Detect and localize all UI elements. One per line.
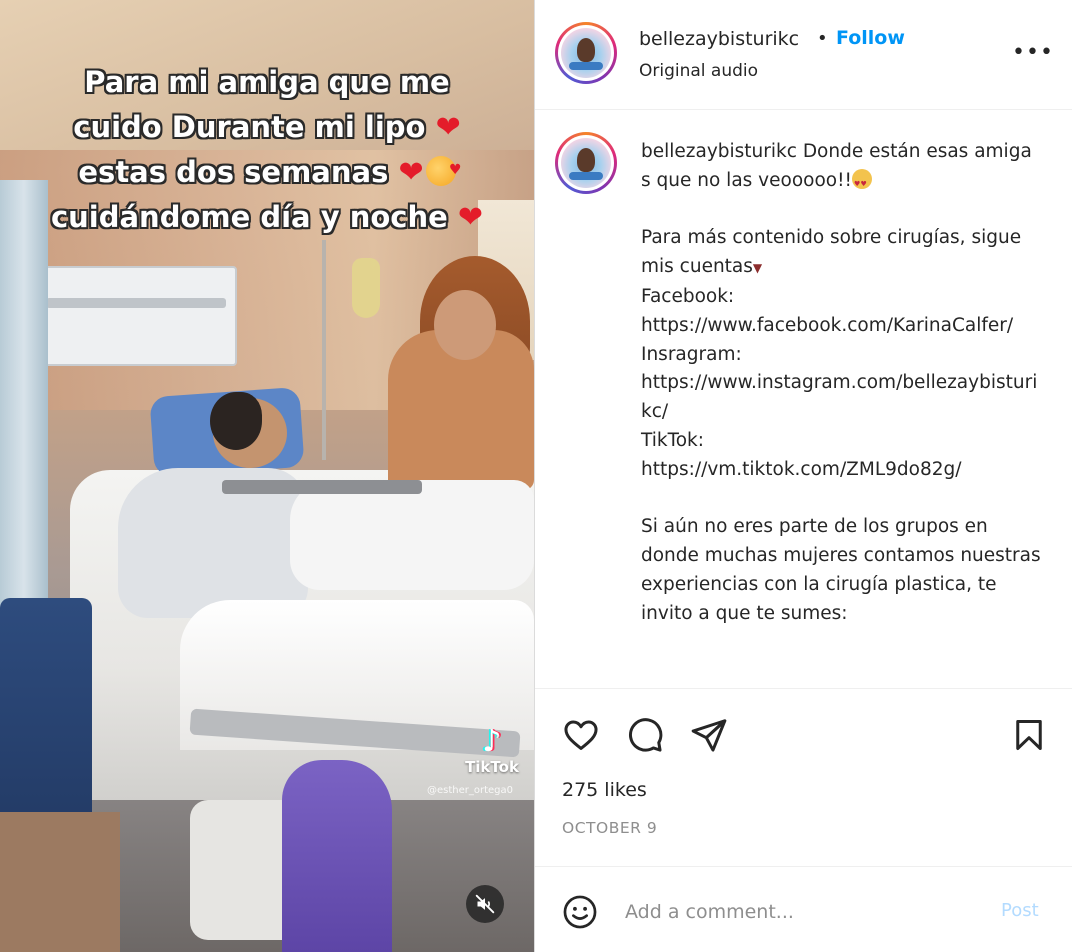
video-scene-tray [222,480,422,494]
post-side-panel: bellezaybisturikc • Follow Original audi… [534,0,1072,952]
video-scene-visitor-face [434,290,496,360]
caption-follow-line: Para más contenido sobre cirugías, sigue… [641,227,1027,278]
tiktok-link[interactable]: https://vm.tiktok.com/ZML9do82g/ [641,459,961,480]
tiktok-label: TikTok: [641,429,705,451]
red-heart-icon: ❤ [435,110,461,145]
header-separator: • [817,28,828,49]
down-triangle-icon: ▼ [752,261,763,276]
tiktok-watermark: ♪ TikTok [462,724,522,777]
video-scene-chair [0,598,92,828]
overlay-line-4: cuidándome día y noche ❤ [50,200,484,235]
video-scene-headboard [32,266,237,366]
comment-input[interactable] [625,897,985,927]
video-scene-iv-bag [352,258,380,318]
video-caption-overlay: Para mi amiga que me cuido Durante mi li… [0,60,534,240]
author-avatar-image [561,28,611,78]
caption-username[interactable]: bellezaybisturikc [641,141,797,162]
caption-author-avatar[interactable] [555,132,617,194]
author-username[interactable]: bellezaybisturikc [639,28,799,50]
smiling-face-with-hearts-icon [425,148,462,193]
video-scene-floor [0,812,120,952]
caption-closing: Si aún no eres parte de los grupos en do… [641,516,1047,624]
video-scene-plush [282,760,392,952]
comment-bar: Post [535,866,1072,952]
like-button[interactable] [559,713,603,757]
tiktok-watermark-label: TikTok [465,758,519,776]
comment-bubble-icon [628,718,663,752]
audio-label[interactable]: Original audio [639,61,758,81]
speaker-muted-icon [475,894,495,914]
video-scene-curtain [0,180,48,610]
heart-icon [564,720,598,750]
author-avatar[interactable] [555,22,617,84]
follow-button[interactable]: Follow [836,27,905,49]
post-caption: bellezaybisturikc Donde están esas amiga… [641,138,1041,629]
facebook-link[interactable]: https://www.facebook.com/KarinaCalfer/ [641,315,1013,336]
bookmark-icon [1016,720,1042,750]
post-date: OCTOBER 9 [562,819,658,837]
mute-button[interactable] [466,885,504,923]
emoji-button[interactable] [559,891,601,933]
post-video[interactable]: Para mi amiga que me cuido Durante mi li… [0,0,534,952]
post-comment-button[interactable]: Post [1001,900,1039,921]
post-actions: 275 likes OCTOBER 9 [535,688,1072,866]
heart-eyes-emoji-icon [851,168,872,199]
comment-button[interactable] [623,713,667,757]
smiley-face-icon [563,895,597,929]
save-button[interactable] [1007,713,1051,757]
red-heart-icon: ❤ [457,200,484,235]
video-scene-iv-pole [322,240,326,460]
tiktok-watermark-handle: @esther_ortega0 [426,785,514,796]
video-scene-patient-hair [210,392,262,450]
post-header: bellezaybisturikc • Follow Original audi… [535,0,1072,110]
overlay-line-2: cuido Durante mi lipo ❤ [73,110,461,145]
overlay-line-1: Para mi amiga que me [84,65,450,99]
instagram-label: Insragram: [641,343,742,365]
caption-author-avatar-image [561,138,611,188]
caption-scroll-area[interactable]: bellezaybisturikc Donde están esas amiga… [535,110,1072,688]
instagram-link[interactable]: https://www.instagram.com/bellezaybistur… [641,372,1037,422]
share-button[interactable] [687,713,731,757]
more-options-button[interactable]: ••• [1012,40,1054,65]
paper-plane-icon [691,719,727,752]
overlay-line-3: estas dos semanas ❤ [0,148,534,195]
video-scene-visitor-legs [290,480,534,590]
likes-count[interactable]: 275 likes [562,779,647,801]
red-heart-icon: ❤ [398,155,424,190]
tiktok-note-icon: ♪ [482,724,502,759]
facebook-label: Facebook: [641,285,735,307]
